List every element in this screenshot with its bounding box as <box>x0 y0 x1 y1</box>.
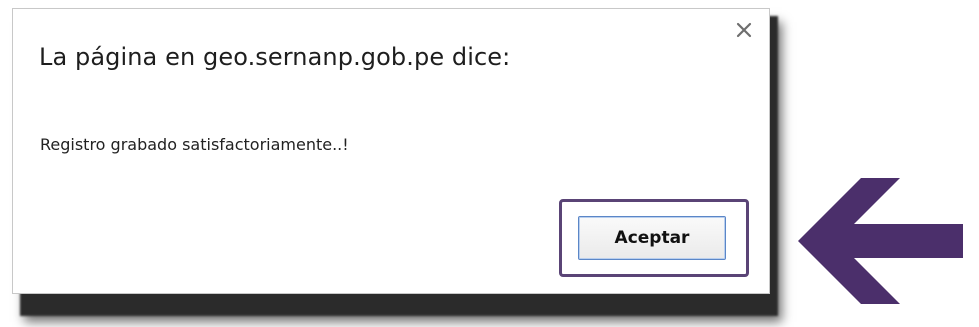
accept-button[interactable]: Aceptar <box>578 216 726 260</box>
dialog-message: Registro grabado satisfactoriamente..! <box>40 135 349 154</box>
alert-dialog: La página en geo.sernanp.gob.pe dice: Re… <box>12 8 770 294</box>
screenshot-stage: La página en geo.sernanp.gob.pe dice: Re… <box>0 0 979 327</box>
left-arrow-icon <box>798 178 963 308</box>
close-icon[interactable] <box>735 21 753 39</box>
dialog-title: La página en geo.sernanp.gob.pe dice: <box>39 43 511 71</box>
